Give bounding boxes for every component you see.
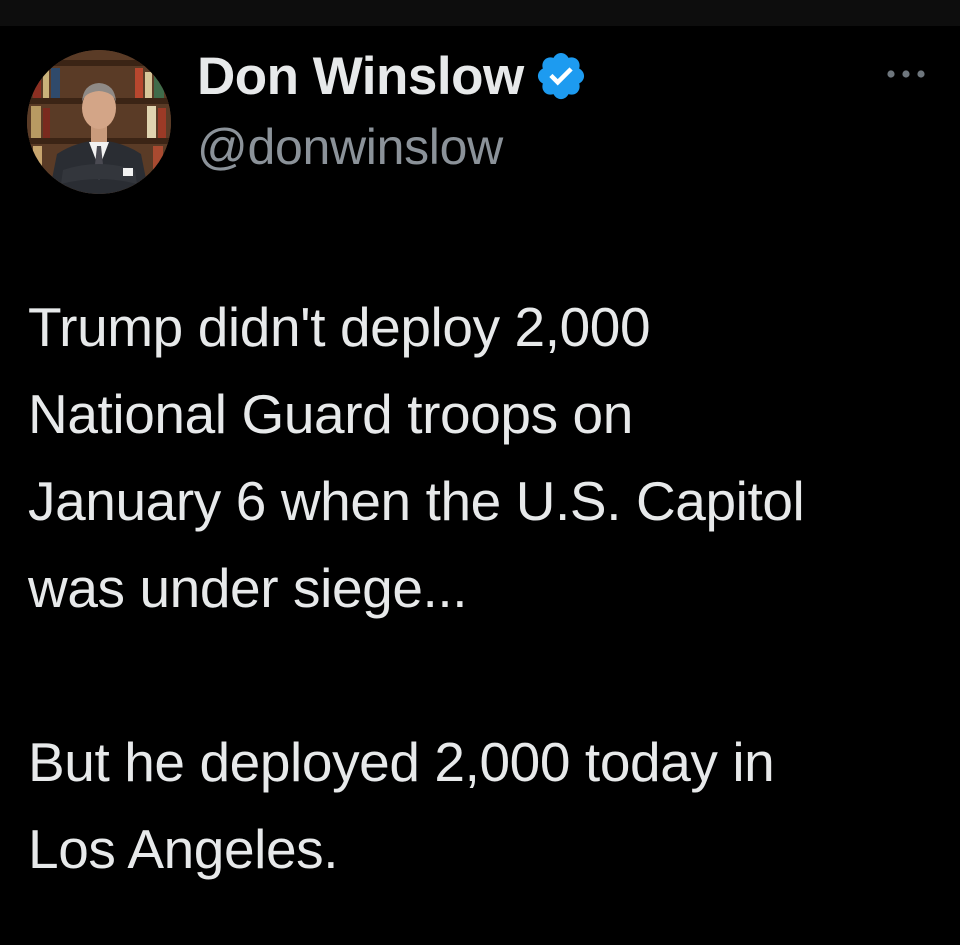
- avatar[interactable]: [27, 50, 171, 194]
- more-horizontal-icon[interactable]: [885, 60, 929, 88]
- author-name-row[interactable]: Don Winslow: [197, 46, 588, 106]
- author-handle[interactable]: @donwinslow: [197, 118, 503, 176]
- status-bar-strip: [0, 0, 960, 26]
- verified-badge-icon: [534, 49, 588, 103]
- author-display-name[interactable]: Don Winslow: [197, 46, 524, 107]
- avatar-photo: [27, 50, 171, 194]
- tweet-text: Trump didn't deploy 2,000 National Guard…: [28, 296, 805, 880]
